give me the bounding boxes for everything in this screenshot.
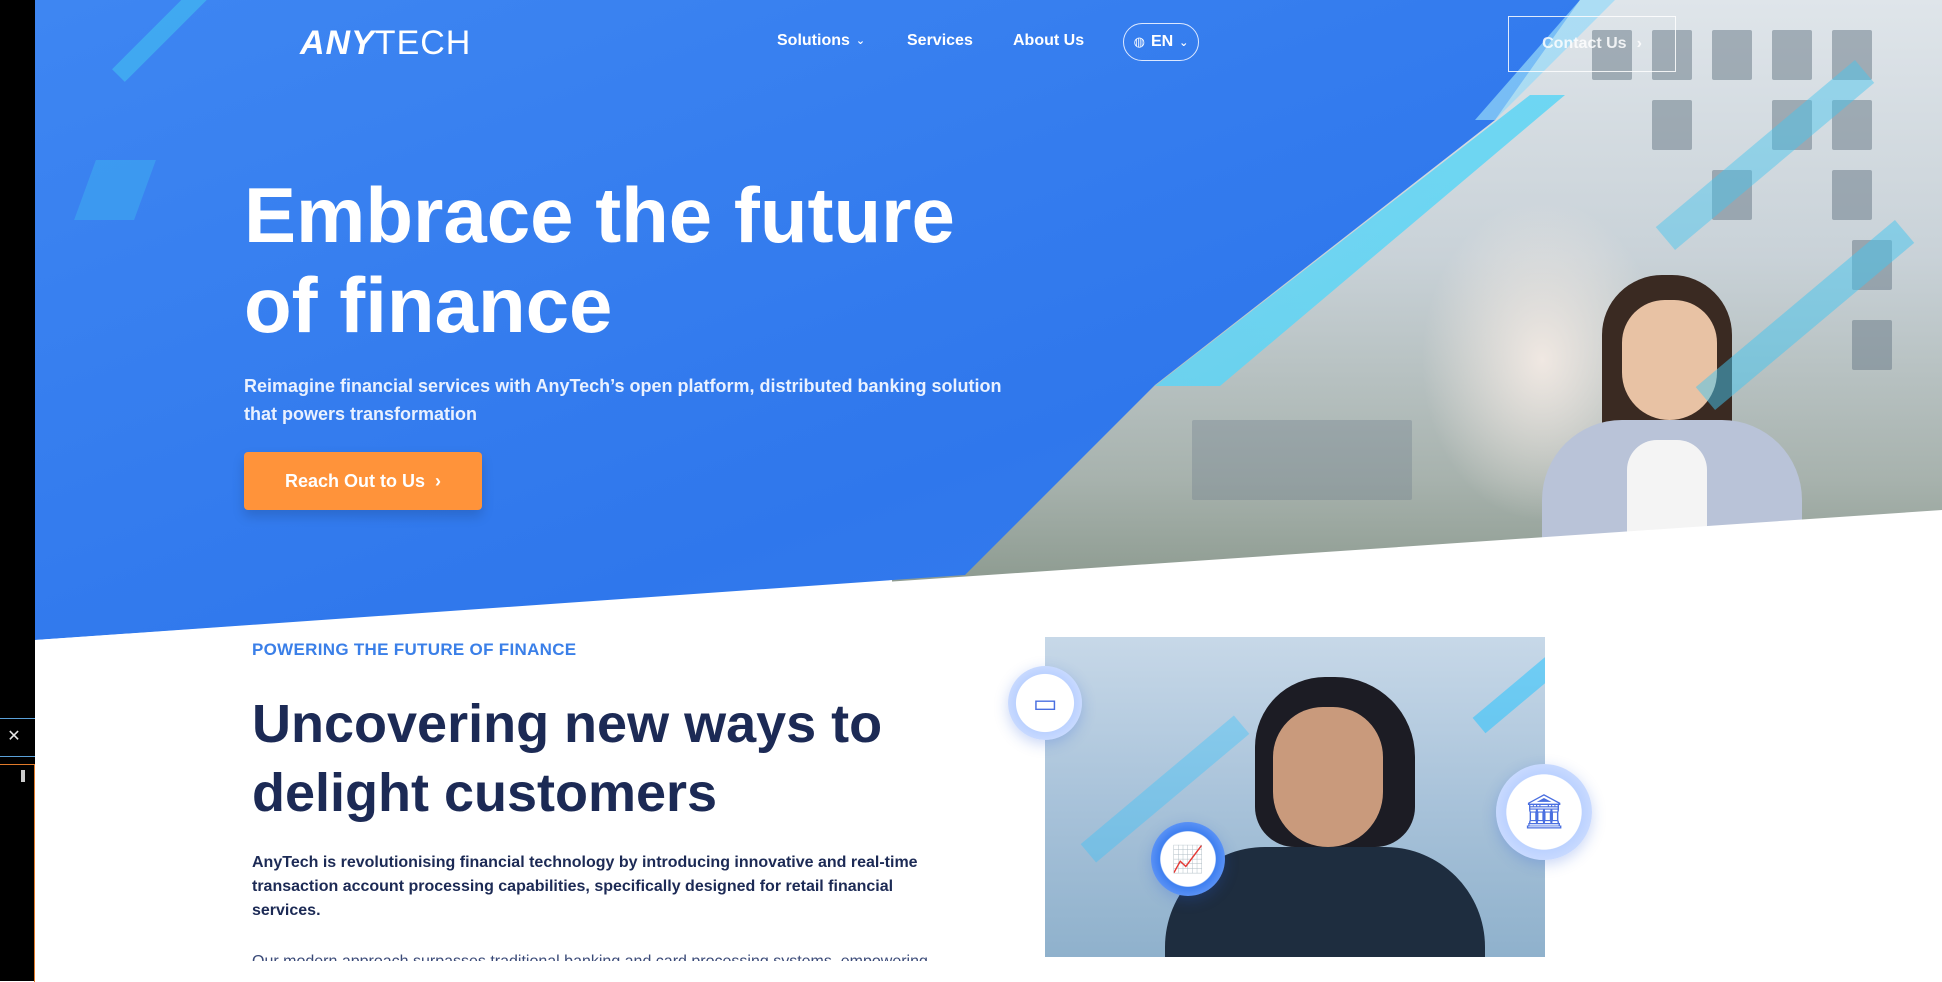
bar-chart-icon: 📈: [1171, 844, 1205, 874]
section-title: Uncovering new ways to delight customers: [252, 690, 902, 828]
language-selector[interactable]: ◍ EN ⌄: [1123, 23, 1199, 61]
person-face: [1622, 300, 1717, 420]
chevron-right-icon: ›: [1636, 35, 1642, 52]
hero-title: Embrace the future of finance: [244, 170, 1044, 350]
window: [1652, 100, 1692, 150]
card-icon: ▭: [1032, 688, 1058, 718]
window: [1772, 30, 1812, 80]
contact-us-button[interactable]: Contact Us ›: [1508, 16, 1676, 72]
panel-frame: [0, 764, 35, 982]
deco-shape: [1472, 640, 1545, 734]
nav-services-label: Services: [907, 32, 973, 49]
building: [1192, 420, 1412, 500]
globe-icon: ◍: [1133, 34, 1145, 49]
hero-title-line1: Embrace the future: [244, 171, 955, 259]
bank-badge: 🏛: [1496, 764, 1592, 860]
section-eyebrow: POWERING THE FUTURE OF FINANCE: [252, 640, 577, 659]
hero-title-line2: of finance: [244, 261, 613, 349]
nav-services[interactable]: Services: [907, 32, 973, 50]
scrollbar-thumb[interactable]: [21, 770, 25, 782]
nav-solutions[interactable]: Solutions ⌄: [777, 32, 865, 50]
nav-solutions-label: Solutions: [777, 32, 850, 49]
reach-out-button[interactable]: Reach Out to Us ›: [244, 452, 482, 510]
logo-bold: ANY: [300, 24, 375, 62]
nav-about[interactable]: About Us: [1013, 32, 1084, 50]
close-icon[interactable]: ✕: [4, 727, 24, 747]
person-face: [1273, 707, 1383, 847]
chevron-right-icon: ›: [435, 470, 442, 491]
window: [1712, 30, 1752, 80]
chevron-down-icon: ⌄: [855, 35, 866, 48]
bank-icon: 🏛: [1522, 793, 1566, 831]
section-body-continued: Our modern approach surpasses traditiona…: [252, 950, 952, 961]
hero-subtitle: Reimagine financial services with AnyTec…: [244, 376, 1002, 424]
reach-out-label: Reach Out to Us: [284, 470, 426, 491]
logo-light: TECH: [374, 24, 472, 62]
chart-badge: 📈: [1151, 822, 1225, 896]
section-photo: [1045, 637, 1545, 957]
section-title-line2: delight customers: [252, 763, 718, 823]
section-title-line1: Uncovering new ways to: [252, 694, 883, 754]
window: [1832, 170, 1872, 220]
nav-about-label: About Us: [1013, 32, 1085, 49]
section-body: AnyTech is revolutionising financial tec…: [252, 854, 918, 919]
contact-us-label: Contact Us: [1542, 35, 1627, 52]
chevron-down-icon: ⌄: [1179, 36, 1189, 49]
card-badge: ▭: [1008, 666, 1082, 740]
logo[interactable]: ANYTECH: [300, 24, 472, 62]
window: [1852, 320, 1892, 370]
language-label: EN: [1150, 33, 1174, 50]
side-panel-strip: ✕: [0, 0, 35, 982]
divider: [0, 718, 35, 719]
divider: [0, 756, 35, 757]
